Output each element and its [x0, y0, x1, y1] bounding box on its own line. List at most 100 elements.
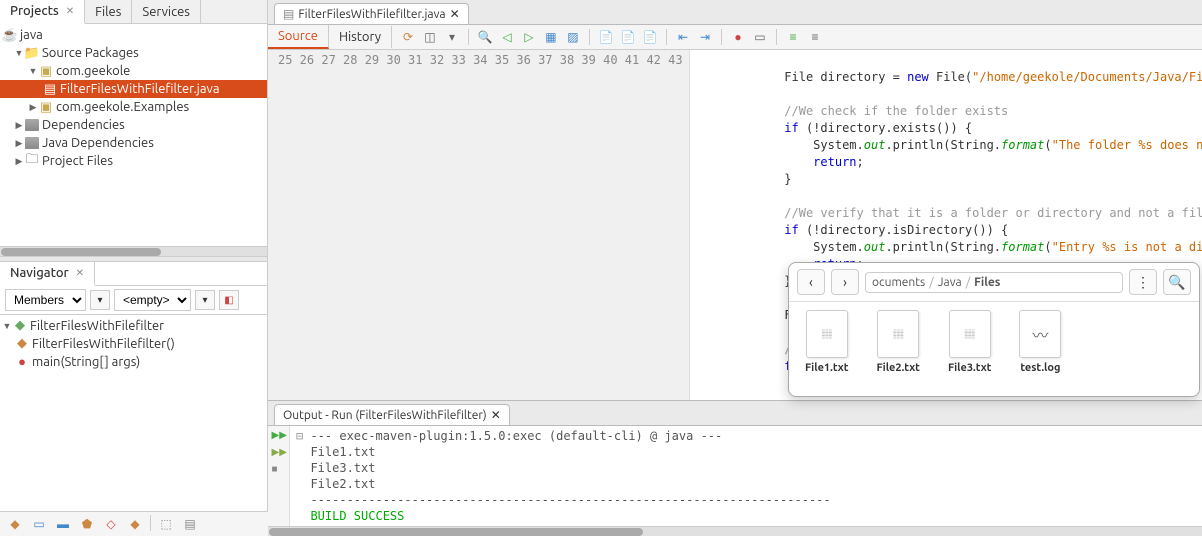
- dropdown-button[interactable]: ▾: [90, 290, 110, 310]
- filter-icon[interactable]: ◧: [219, 290, 239, 310]
- tree-label: java: [20, 28, 43, 42]
- close-icon[interactable]: ✕: [450, 7, 460, 21]
- text-file-icon: ≡≡≡≡≡≡≡≡≡: [806, 310, 848, 358]
- tree-project-files[interactable]: ▶🗀Project Files: [0, 152, 267, 170]
- comment-icon[interactable]: ≡: [785, 29, 801, 45]
- chevron-right-icon[interactable]: ▶: [28, 102, 38, 113]
- indent-icon[interactable]: ⇥: [697, 29, 713, 45]
- tree-file-selected[interactable]: ▤FilterFilesWithFilefilter.java: [0, 80, 267, 98]
- filter-icon[interactable]: ◆: [126, 515, 144, 533]
- path-segment[interactable]: Java: [938, 276, 962, 289]
- close-icon[interactable]: ✕: [491, 408, 501, 422]
- file-item[interactable]: ≡≡≡≡≡≡≡≡≡ File1.txt: [805, 310, 848, 374]
- navigator-controls: Members ▾ <empty> ▾ ◧: [0, 286, 267, 315]
- tree-package[interactable]: ▶▣com.geekole.Examples: [0, 98, 267, 116]
- uncomment-icon[interactable]: ≡: [807, 29, 823, 45]
- navigator-method[interactable]: ●main(String[] args): [0, 353, 267, 371]
- chevron-right-icon[interactable]: ▶: [14, 156, 24, 167]
- filter-icon[interactable]: ▬: [54, 515, 72, 533]
- editor-tab[interactable]: ▤FilterFilesWithFilefilter.java✕: [274, 3, 469, 24]
- sort-icon[interactable]: ▤: [181, 515, 199, 533]
- bookmark-icon[interactable]: ▭: [752, 29, 768, 45]
- filter-icon[interactable]: ◇: [102, 515, 120, 533]
- navigator-method[interactable]: ◆FilterFilesWithFilefilter(): [0, 335, 267, 353]
- tree-package[interactable]: ▼▣com.geekole: [0, 62, 267, 80]
- path-separator: /: [929, 276, 933, 289]
- file-label: File3.txt: [948, 362, 991, 374]
- output-console[interactable]: ⊟ --- exec-maven-plugin:1.5.0:exec (defa…: [290, 426, 1202, 526]
- highlight-icon[interactable]: ▨: [565, 29, 581, 45]
- menu-button[interactable]: ⋮: [1129, 269, 1157, 295]
- breakpoint-icon[interactable]: ●: [730, 29, 746, 45]
- tab-files[interactable]: Files: [85, 0, 132, 23]
- filter-select[interactable]: <empty>: [114, 289, 191, 311]
- chevron-right-icon[interactable]: ▶: [14, 138, 24, 149]
- code-text: [698, 121, 785, 135]
- tree-label: FilterFilesWithFilefilter: [30, 319, 164, 333]
- next-icon[interactable]: ▷: [521, 29, 537, 45]
- chevron-down-icon[interactable]: ▼: [14, 48, 24, 58]
- doc-up-icon[interactable]: 📄: [598, 29, 614, 45]
- selection-icon[interactable]: ▦: [543, 29, 559, 45]
- file-label: File1.txt: [805, 362, 848, 374]
- close-icon[interactable]: ✕: [76, 267, 84, 279]
- tab-services[interactable]: Services: [132, 0, 201, 23]
- tree-dependencies[interactable]: ▶Dependencies: [0, 116, 267, 134]
- chevron-down-icon[interactable]: ▼: [28, 66, 38, 76]
- tree-label: com.geekole: [56, 64, 130, 78]
- tab-label: Output - Run (FilterFilesWithFilefilter): [283, 409, 487, 422]
- code-field: out: [864, 240, 886, 254]
- filter-icon[interactable]: ◆: [6, 515, 24, 533]
- filter-icon[interactable]: ⬟: [78, 515, 96, 533]
- tab-label: Navigator: [10, 266, 69, 280]
- doc-icon[interactable]: 📄: [642, 29, 658, 45]
- stop-icon[interactable]: ■: [272, 463, 286, 477]
- scrollbar-horizontal[interactable]: [268, 526, 1202, 536]
- mode-history[interactable]: History: [329, 26, 392, 48]
- output-tab[interactable]: Output - Run (FilterFilesWithFilefilter)…: [274, 404, 510, 425]
- run-icon[interactable]: ▶▶: [272, 429, 286, 443]
- outdent-icon[interactable]: ⇤: [675, 29, 691, 45]
- mode-label: History: [339, 30, 381, 44]
- dropdown-icon[interactable]: ▾: [444, 29, 460, 45]
- file-item[interactable]: 〰test.log: [1019, 310, 1061, 374]
- dropdown-button[interactable]: ▾: [195, 290, 215, 310]
- path-segment[interactable]: ocuments: [872, 276, 925, 289]
- file-item[interactable]: ≡≡≡≡≡≡≡≡≡File2.txt: [876, 310, 919, 374]
- refresh-icon[interactable]: ⟳: [400, 29, 416, 45]
- members-select[interactable]: Members: [5, 289, 86, 311]
- left-panel-tabs: Projects ✕ Files Services: [0, 0, 267, 24]
- path-segment[interactable]: Files: [974, 276, 1000, 289]
- tree-source-packages[interactable]: ▼📁Source Packages: [0, 44, 267, 62]
- code-text: [698, 223, 785, 237]
- diff-icon[interactable]: ◫: [422, 29, 438, 45]
- forward-button[interactable]: ›: [831, 269, 859, 295]
- filter-icon[interactable]: ▭: [30, 515, 48, 533]
- close-icon[interactable]: ✕: [66, 5, 74, 17]
- tab-navigator[interactable]: Navigator ✕: [0, 262, 95, 286]
- output-icon-bar: ▶▶ ▶▶ ■: [268, 426, 290, 526]
- tree-root[interactable]: ☕java: [0, 26, 267, 44]
- resume-icon[interactable]: ▶▶: [272, 446, 286, 460]
- sort-icon[interactable]: ⬚: [157, 515, 175, 533]
- text-file-icon: ≡≡≡≡≡≡≡≡≡: [949, 310, 991, 358]
- search-button[interactable]: 🔍: [1163, 269, 1191, 295]
- navigator-class[interactable]: ▼◆FilterFilesWithFilefilter: [0, 317, 267, 335]
- code-comment: //We verify that it is a folder or direc…: [698, 206, 1202, 220]
- tab-projects[interactable]: Projects ✕: [0, 0, 85, 24]
- chevron-down-icon[interactable]: ▼: [2, 321, 12, 331]
- navigator-tree: ▼◆FilterFilesWithFilefilter ◆FilterFiles…: [0, 315, 267, 536]
- library-icon: [24, 135, 40, 151]
- file-item[interactable]: ≡≡≡≡≡≡≡≡≡ File3.txt: [948, 310, 991, 374]
- scrollbar-horizontal[interactable]: [0, 246, 267, 256]
- doc-down-icon[interactable]: 📄: [620, 29, 636, 45]
- path-bar[interactable]: ocuments / Java / Files: [865, 272, 1123, 293]
- back-button[interactable]: ‹: [797, 269, 825, 295]
- code-comment: //We check if the folder exists: [698, 104, 1009, 118]
- prev-icon[interactable]: ◁: [499, 29, 515, 45]
- search-icon[interactable]: 🔍: [477, 29, 493, 45]
- mode-source[interactable]: Source: [268, 25, 329, 49]
- tree-java-deps[interactable]: ▶Java Dependencies: [0, 134, 267, 152]
- tab-label: Projects: [10, 4, 59, 18]
- chevron-right-icon[interactable]: ▶: [14, 120, 24, 131]
